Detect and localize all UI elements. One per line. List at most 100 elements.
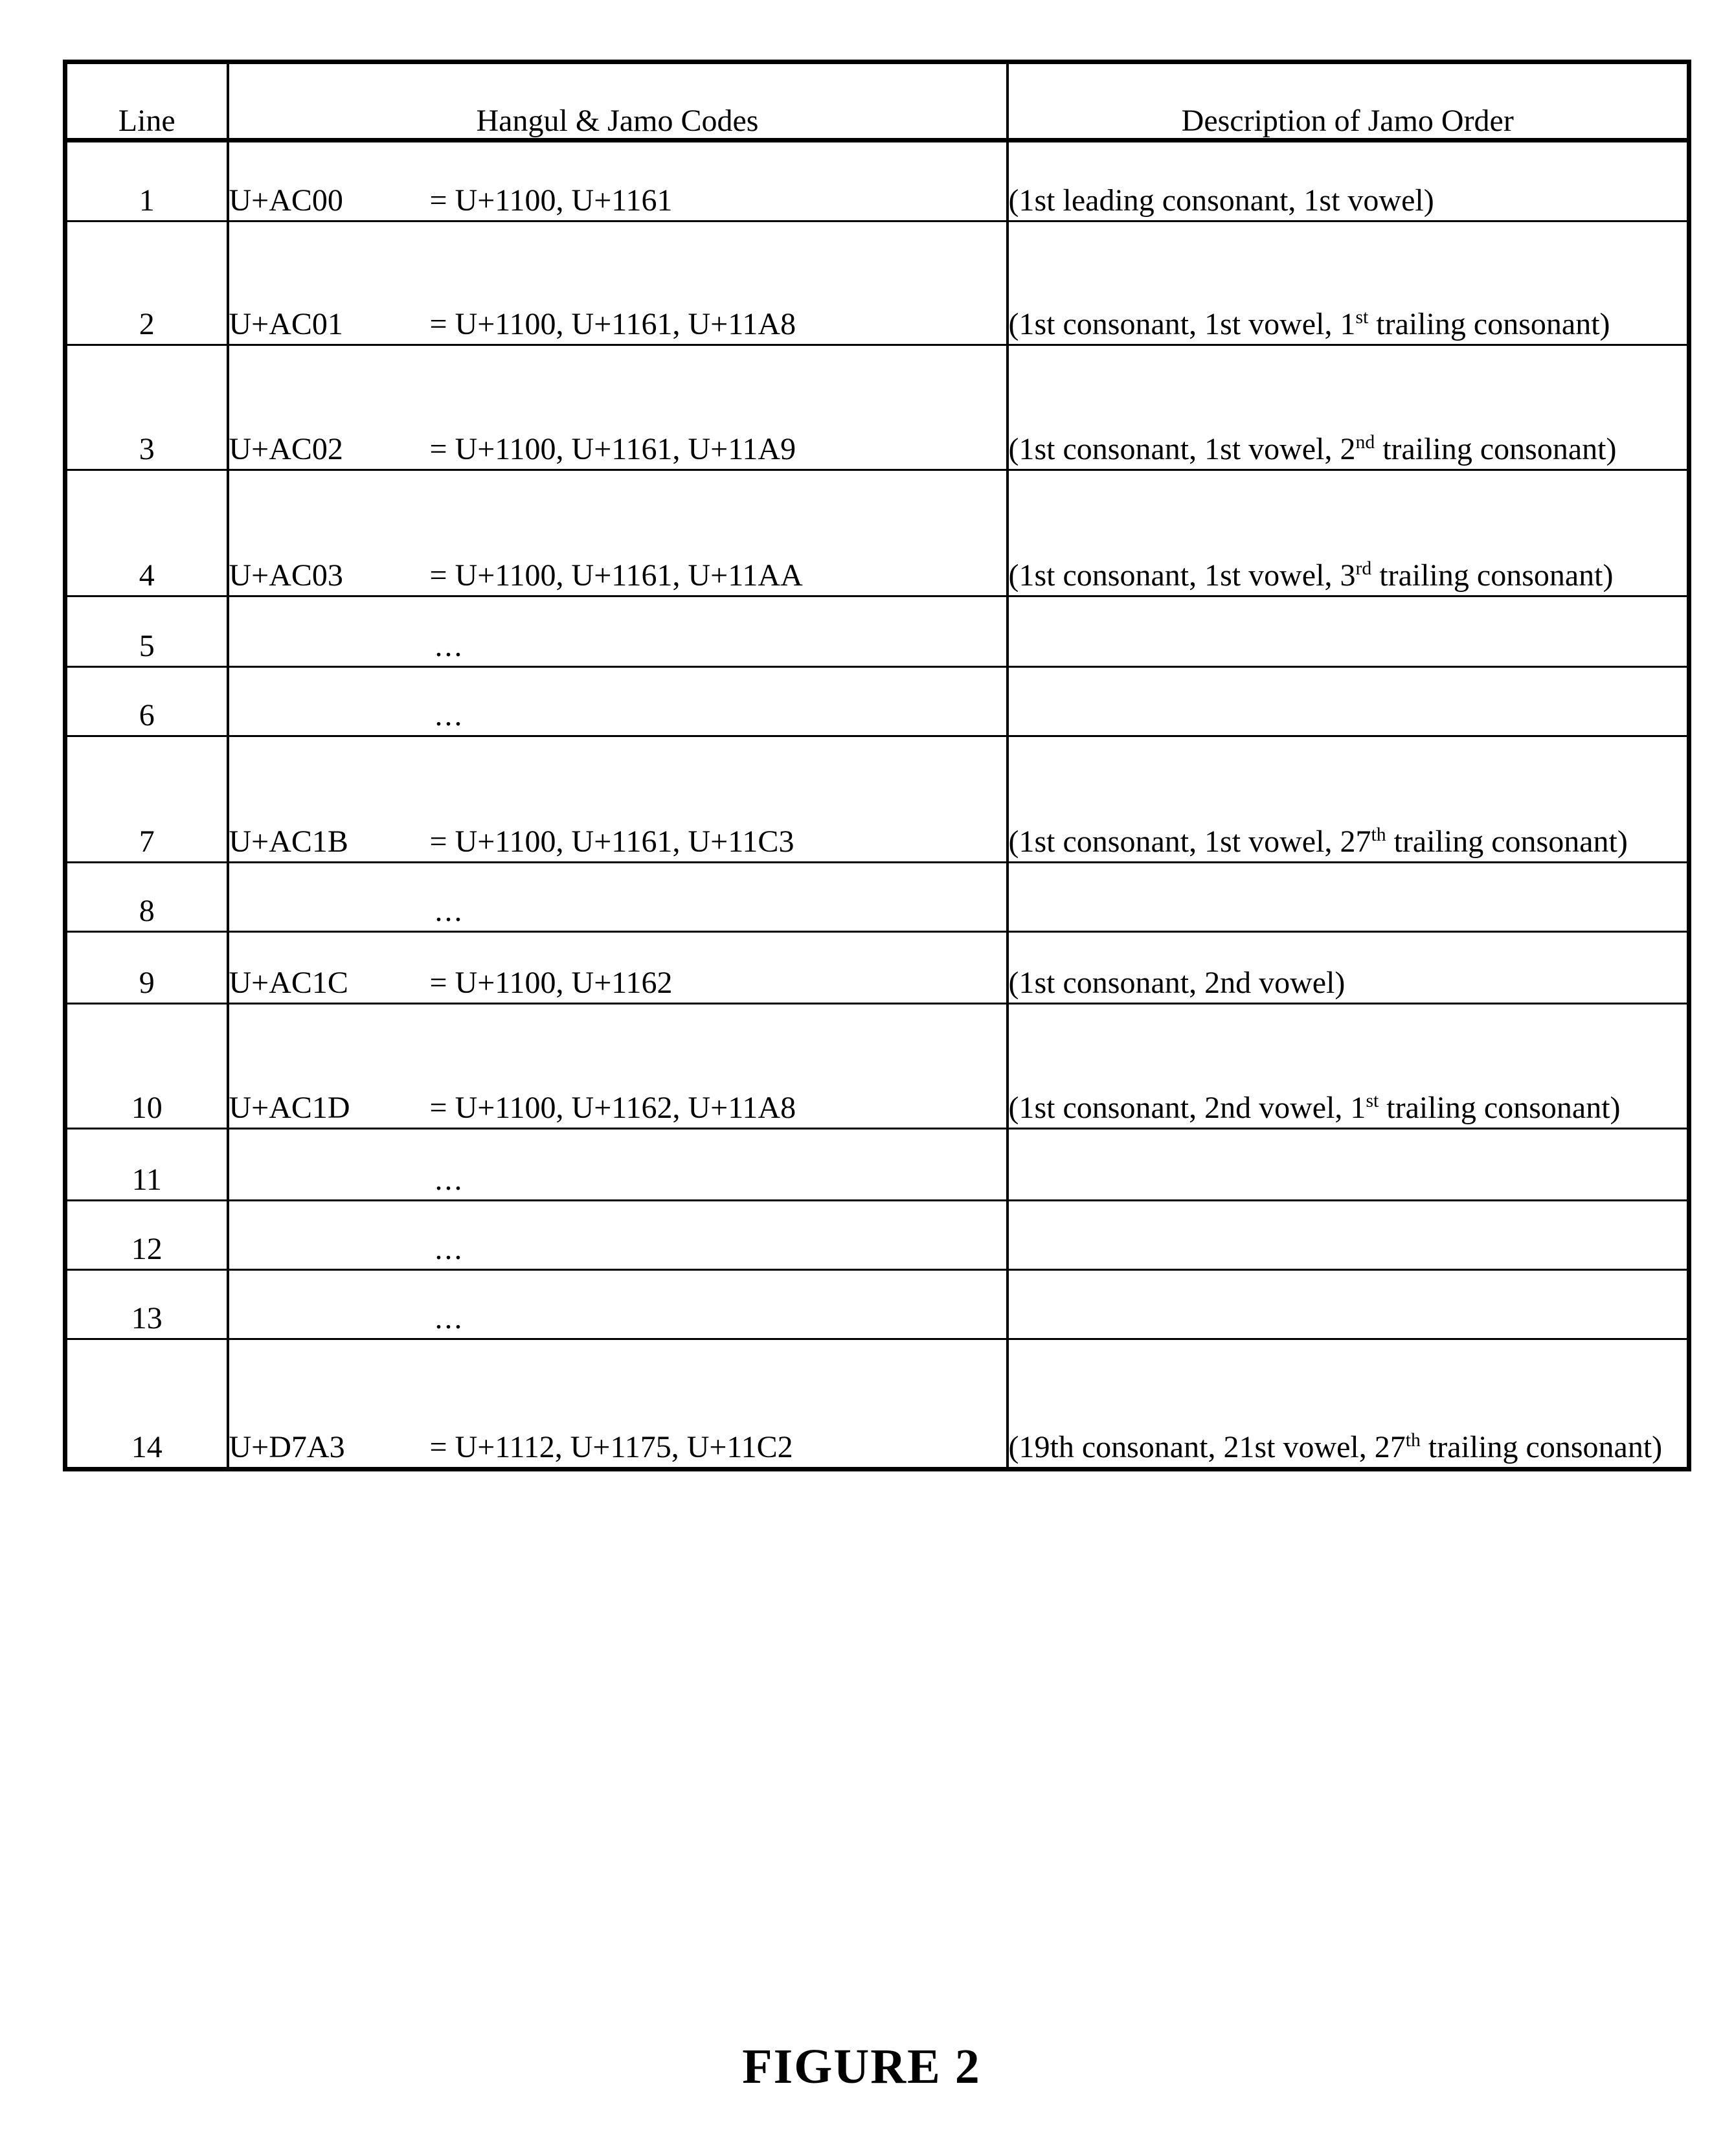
cell-description-of-jamo-order [1007,1200,1689,1271]
figure-caption: FIGURE 2 [742,2039,981,2094]
jamo-decomposition: = U+1100, U+1162 [429,966,673,1001]
table-row: 7 U+AC1B = U+1100, U+1161, U+11C3 (1st cons… [65,736,1689,863]
table-row: 1 U+AC00 = U+1100, U+1161 (1st leading cons… [65,141,1689,222]
table-row: 10 U+AC1D = U+1100, U+1162, U+11A8 (1st con… [65,1003,1689,1129]
hangul-code-point: U+AC1B [229,824,348,859]
cell-description-of-jamo-order [1007,1128,1689,1201]
hangul-code-point: U+D7A3 [229,1430,345,1465]
table-row: 8... [65,862,1689,933]
jamo-decomposition: = U+1100, U+1162, U+11A8 [429,1091,796,1126]
cell-hangul-jamo-codes: ... [227,1200,1009,1271]
cell-hangul-jamo-codes: U+AC02 = U+1100, U+1161, U+11A9 [227,345,1009,471]
cell-line-number: 4 [65,470,229,597]
jamo-decomposition: = U+1100, U+1161, U+11C3 [429,824,794,859]
cell-line-number: 2 [65,221,229,346]
cell-line-number: 3 [65,345,229,471]
cell-line-number: 5 [65,596,229,668]
description-text: (1st leading consonant, 1st vowel) [1008,183,1434,218]
description-text: (1st consonant, 1st vowel, 3 [1008,558,1356,593]
table-header: Line Hangul & Jamo Codes Description of … [65,62,1689,142]
ordinal-superscript: st [1366,1090,1379,1112]
description-text-tail: trailing consonant) [1375,432,1617,467]
hangul-code-point: U+AC02 [229,432,343,467]
cell-hangul-jamo-codes: ... [227,596,1009,668]
cell-line-number: 10 [65,1003,229,1129]
cell-line-number: 7 [65,736,229,863]
jamo-decomposition: = U+1100, U+1161, U+11A9 [429,432,796,467]
cell-hangul-jamo-codes: ... [227,862,1009,933]
ordinal-superscript: th [1371,824,1386,846]
description-text-tail: trailing consonant) [1379,1091,1621,1126]
cell-line-number: 11 [65,1128,229,1201]
description-text: (1st consonant, 1st vowel, 1 [1008,307,1356,342]
jamo-decomposition: = U+1100, U+1161, U+11AA [429,558,803,593]
description-text: (19th consonant, 21st vowel, 27 [1008,1430,1406,1465]
description-text-tail: trailing consonant) [1420,1430,1663,1465]
cell-description-of-jamo-order: (1st consonant, 1st vowel, 2nd trailing … [1007,345,1689,471]
column-header-line: Line [65,62,229,142]
cell-description-of-jamo-order: (1st consonant, 2nd vowel) [1007,931,1689,1004]
cell-line-number: 13 [65,1269,229,1340]
table-row: 2 U+AC01 = U+1100, U+1161, U+11A8 (1st cons… [65,221,1689,346]
cell-hangul-jamo-codes: U+AC00 = U+1100, U+1161 [227,141,1009,222]
hangul-code-point: U+AC01 [229,307,343,342]
jamo-decomposition: = U+1112, U+1175, U+11C2 [429,1430,793,1465]
ellipsis-marker: ... [434,698,464,733]
cell-hangul-jamo-codes: U+AC1B = U+1100, U+1161, U+11C3 [227,736,1009,863]
description-text-tail: trailing consonant) [1386,824,1628,859]
hangul-code-point: U+AC1C [229,966,348,1001]
cell-description-of-jamo-order: (1st consonant, 2nd vowel, 1st trailing … [1007,1003,1689,1129]
ordinal-superscript: th [1405,1429,1421,1451]
cell-line-number: 6 [65,666,229,737]
ellipsis-marker: ... [434,1163,464,1197]
hangul-code-point: U+AC00 [229,183,343,218]
cell-description-of-jamo-order [1007,1269,1689,1340]
ellipsis-marker: ... [434,629,464,664]
table-header-row: Line Hangul & Jamo Codes Description of … [65,62,1689,142]
table-row: 9 U+AC1C = U+1100, U+1162 (1st consonant, 2… [65,931,1689,1004]
cell-hangul-jamo-codes: ... [227,1128,1009,1201]
cell-hangul-jamo-codes: ... [227,666,1009,737]
table-row: 5... [65,596,1689,668]
table-row: 11... [65,1128,1689,1201]
description-text: (1st consonant, 1st vowel, 2 [1008,432,1356,467]
ordinal-superscript: nd [1355,431,1375,453]
table-body: 1 U+AC00 = U+1100, U+1161 (1st leading cons… [65,141,1689,1469]
cell-hangul-jamo-codes: U+AC01 = U+1100, U+1161, U+11A8 [227,221,1009,346]
description-text: (1st consonant, 1st vowel, 27 [1008,824,1371,859]
cell-hangul-jamo-codes: U+AC03 = U+1100, U+1161, U+11AA [227,470,1009,597]
column-header-description-of-jamo-order: Description of Jamo Order [1007,62,1689,142]
hangul-code-point: U+AC03 [229,558,343,593]
cell-hangul-jamo-codes: U+D7A3 = U+1112, U+1175, U+11C2 [227,1339,1009,1469]
cell-hangul-jamo-codes: U+AC1D = U+1100, U+1162, U+11A8 [227,1003,1009,1129]
cell-description-of-jamo-order: (1st consonant, 1st vowel, 27th trailing… [1007,736,1689,863]
cell-line-number: 1 [65,141,229,222]
ellipsis-marker: ... [434,894,464,929]
ordinal-superscript: st [1355,306,1369,328]
jamo-decomposition: = U+1100, U+1161 [429,183,673,218]
cell-hangul-jamo-codes: ... [227,1269,1009,1340]
cell-description-of-jamo-order [1007,596,1689,668]
hangul-jamo-codes-table: Line Hangul & Jamo Codes Description of … [63,60,1691,1471]
cell-line-number: 8 [65,862,229,933]
description-text: (1st consonant, 2nd vowel) [1008,966,1346,1001]
jamo-decomposition: = U+1100, U+1161, U+11A8 [429,307,796,342]
cell-hangul-jamo-codes: U+AC1C = U+1100, U+1162 [227,931,1009,1004]
cell-description-of-jamo-order [1007,862,1689,933]
ellipsis-marker: ... [434,1301,464,1336]
description-text-tail: trailing consonant) [1371,558,1614,593]
cell-description-of-jamo-order [1007,666,1689,737]
ellipsis-marker: ... [434,1232,464,1267]
cell-description-of-jamo-order: (1st consonant, 1st vowel, 1st trailing … [1007,221,1689,346]
cell-line-number: 14 [65,1339,229,1469]
cell-description-of-jamo-order: (1st leading consonant, 1st vowel) [1007,141,1689,222]
hangul-code-point: U+AC1D [229,1091,350,1126]
description-text: (1st consonant, 2nd vowel, 1 [1008,1091,1366,1126]
table-row: 3 U+AC02 = U+1100, U+1161, U+11A9 (1st cons… [65,345,1689,471]
table-row: 12... [65,1200,1689,1271]
patent-figure-page: Line Hangul & Jamo Codes Description of … [0,0,1723,2156]
table-row: 14 U+D7A3 = U+1112, U+1175, U+11C2 (19th co… [65,1339,1689,1469]
cell-description-of-jamo-order: (19th consonant, 21st vowel, 27th traili… [1008,1339,1689,1469]
description-text-tail: trailing consonant) [1368,307,1610,342]
cell-description-of-jamo-order: (1st consonant, 1st vowel, 3rd trailing … [1007,470,1689,597]
